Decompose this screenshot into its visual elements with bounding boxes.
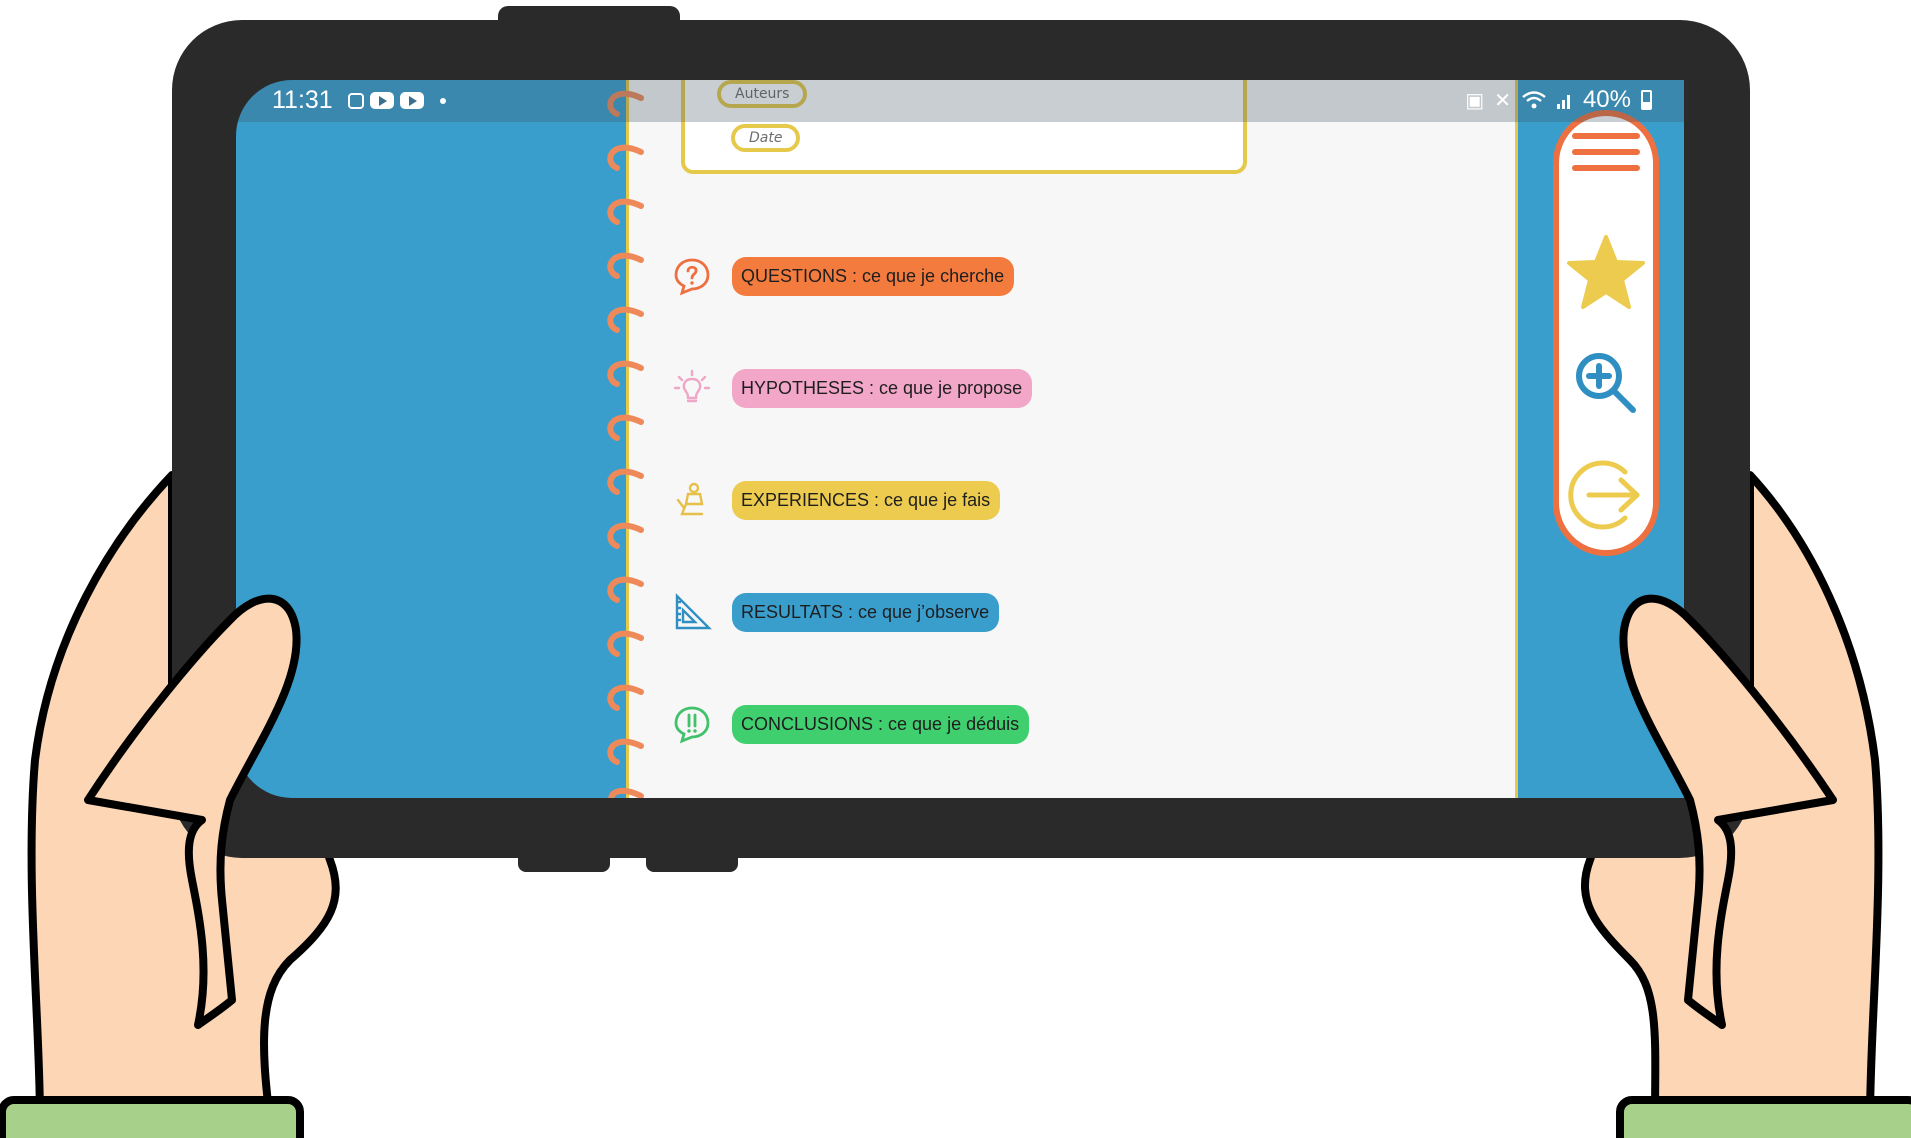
battery-icon [1641, 90, 1652, 110]
section-row-conclusions[interactable]: CONCLUSIONS : ce que je déduis [672, 704, 1030, 744]
favorite-button[interactable] [1559, 234, 1653, 310]
section-label-conclusions[interactable]: CONCLUSIONS : ce que je déduis [732, 704, 1030, 744]
signal-icon [1556, 95, 1570, 109]
section-row-experiences[interactable]: EXPERIENCES : ce que je fais [672, 480, 1001, 520]
spiral-binding [607, 90, 644, 798]
menu-icon [1572, 133, 1640, 171]
battery-saver-icon: ▣ [1465, 89, 1485, 112]
status-bar: 11:31 ▣ ✕ 40% [236, 80, 1684, 122]
section-row-hypotheses[interactable]: HYPOTHESES : ce que je propose [672, 368, 1033, 408]
tablet-screen: 11:31 ▣ ✕ 40% Auteurs Date QUESTIONS: c… [236, 80, 1684, 798]
section-label-resultats[interactable]: RESULTATS : ce que j’observe [732, 592, 1000, 632]
instagram-icon [348, 92, 364, 109]
youtube-icon [370, 92, 394, 109]
question-bubble-icon [674, 258, 710, 296]
zoom-in-icon [1576, 353, 1636, 413]
status-time: 11:31 [272, 86, 333, 114]
dot-icon [440, 97, 446, 104]
exclamation-bubble-icon [674, 706, 710, 744]
section-label-hypotheses[interactable]: HYPOTHESES : ce que je propose [732, 368, 1033, 408]
zoom-in-button[interactable] [1559, 348, 1653, 418]
wifi-icon [1522, 91, 1546, 109]
section-label-experiences[interactable]: EXPERIENCES : ce que je fais [732, 480, 1001, 520]
lightbulb-icon [673, 369, 711, 403]
experiment-person-icon [676, 482, 704, 516]
status-icons-right: ▣ ✕ 40% [1465, 86, 1652, 114]
menu-button[interactable] [1559, 128, 1653, 184]
notebook-page[interactable]: Auteurs Date QUESTIONS : ce que je cherc… [607, 80, 1518, 798]
section-label-questions[interactable]: QUESTIONS : ce que je cherche [732, 256, 1015, 296]
mute-icon: ✕ [1494, 89, 1511, 112]
date-pill[interactable]: Date [731, 124, 801, 152]
battery-percent: 40% [1582, 86, 1631, 113]
ruler-square-icon [675, 593, 712, 630]
section-row-resultats[interactable]: RESULTATS : ce que j’observe [672, 592, 1000, 632]
youtube-icon [400, 92, 424, 109]
exit-button[interactable] [1559, 456, 1653, 534]
side-toolbar [1553, 110, 1659, 556]
section-row-questions[interactable]: QUESTIONS : ce que je cherche [672, 256, 1015, 296]
star-icon [1567, 235, 1645, 309]
exit-arrow-icon [1568, 460, 1640, 530]
status-icons-left [348, 92, 446, 109]
